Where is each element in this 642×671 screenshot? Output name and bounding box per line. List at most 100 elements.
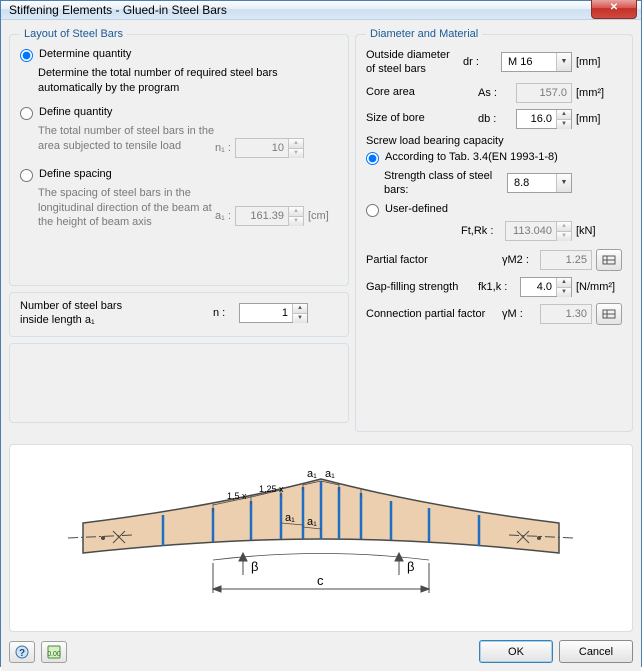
empty-group xyxy=(9,343,349,423)
radio-determine-quantity[interactable] xyxy=(20,49,33,62)
layout-legend: Layout of Steel Bars xyxy=(20,28,127,40)
spin-up-icon[interactable]: ▲ xyxy=(557,278,571,288)
ftrk-spinner: ▲▼ xyxy=(505,221,572,241)
svg-text:a₁: a₁ xyxy=(285,512,295,524)
radio-according-tab-label: According to Tab. 3.4(EN 1993-1-8) xyxy=(385,151,558,163)
svg-text:β: β xyxy=(251,559,258,574)
num-bars-label: Number of steel bars inside length a₁ xyxy=(20,299,213,328)
ftrk-symbol: Ft,Rk : xyxy=(461,225,501,237)
conn-settings-button[interactable] xyxy=(596,303,622,325)
spin-down-icon[interactable]: ▼ xyxy=(557,288,571,297)
svg-text:β: β xyxy=(407,559,414,574)
calculator-icon: 0.00 xyxy=(47,645,61,659)
radio-determine-quantity-label: Determine quantity xyxy=(39,48,131,60)
a1-unit: [cm] xyxy=(308,210,338,222)
od-value: M 16 xyxy=(502,56,556,68)
spin-up-icon[interactable]: ▲ xyxy=(293,304,307,314)
partial-symbol: γM2 : xyxy=(502,254,536,266)
gap-unit: [N/mm²] xyxy=(576,281,622,293)
svg-text:a₁: a₁ xyxy=(325,468,335,480)
spin-up-icon[interactable]: ▲ xyxy=(557,110,571,120)
diagram-panel: 1,5 x 1,25 x a₁ a₁ a₁ a₁ xyxy=(9,444,633,632)
a1-spinner: ▲▼ xyxy=(235,206,304,226)
gap-symbol: fk1,k : xyxy=(478,281,516,293)
diam-legend: Diameter and Material xyxy=(366,28,482,40)
help-button[interactable]: ? xyxy=(9,641,35,663)
close-button[interactable]: ✕ xyxy=(591,0,637,19)
partial-value xyxy=(541,251,591,269)
radio-define-quantity[interactable] xyxy=(20,107,33,120)
cancel-button[interactable]: Cancel xyxy=(559,640,633,663)
library-icon xyxy=(602,254,616,266)
chevron-down-icon[interactable]: ▼ xyxy=(556,53,571,71)
spin-down-icon: ▼ xyxy=(289,149,303,158)
gap-spinner[interactable]: ▲▼ xyxy=(520,277,572,297)
num-bars-group: Number of steel bars inside length a₁ n … xyxy=(9,292,349,337)
strength-class-value: 8.8 xyxy=(508,177,556,189)
conn-label: Connection partial factor xyxy=(366,307,498,321)
radio-define-spacing[interactable] xyxy=(20,169,33,182)
svg-text:0.00: 0.00 xyxy=(47,651,61,658)
radio-define-spacing-label: Define spacing xyxy=(39,168,112,180)
bore-label: Size of bore xyxy=(366,111,474,125)
bore-unit: [mm] xyxy=(576,113,622,125)
radio-user-defined[interactable] xyxy=(366,204,379,217)
beam-diagram: 1,5 x 1,25 x a₁ a₁ a₁ a₁ xyxy=(10,445,632,631)
chevron-down-icon[interactable]: ▼ xyxy=(556,174,571,192)
radio-according-tab[interactable] xyxy=(366,152,379,165)
spin-up-icon: ▲ xyxy=(289,207,303,217)
svg-text:c: c xyxy=(317,573,324,588)
svg-text:a₁: a₁ xyxy=(307,468,317,480)
n-spinner[interactable]: ▲▼ xyxy=(239,303,308,323)
partial-settings-button[interactable] xyxy=(596,249,622,271)
titlebar: Stiffening Elements - Glued-in Steel Bar… xyxy=(1,1,641,20)
screw-head: Screw load bearing capacity xyxy=(366,135,622,147)
help-icon: ? xyxy=(15,645,29,659)
od-unit: [mm] xyxy=(576,56,622,68)
core-label: Core area xyxy=(366,85,474,99)
radio-user-defined-label: User-defined xyxy=(385,203,448,215)
n1-spinner: ▲▼ xyxy=(235,138,304,158)
determine-quantity-desc: Determine the total number of required s… xyxy=(38,66,338,96)
conn-display xyxy=(540,304,592,324)
od-combo[interactable]: M 16 ▼ xyxy=(501,52,572,72)
ftrk-input xyxy=(506,222,556,240)
partial-display xyxy=(540,250,592,270)
a1-input xyxy=(236,207,288,225)
od-symbol: dr : xyxy=(463,56,497,68)
layout-group: Layout of Steel Bars Determine quantity … xyxy=(9,28,349,286)
window-title: Stiffening Elements - Glued-in Steel Bar… xyxy=(9,3,591,17)
define-spacing-desc: The spacing of steel bars in the longitu… xyxy=(38,186,215,231)
conn-value xyxy=(541,305,591,323)
spin-down-icon[interactable]: ▼ xyxy=(557,120,571,129)
strength-class-label: Strength class of steel bars: xyxy=(384,169,503,198)
spin-down-icon: ▼ xyxy=(557,232,571,241)
strength-class-combo[interactable]: 8.8 ▼ xyxy=(507,173,572,193)
n1-symbol: n₁ : xyxy=(215,142,231,154)
spin-down-icon: ▼ xyxy=(289,217,303,226)
ok-button[interactable]: OK xyxy=(479,640,553,663)
gap-input[interactable] xyxy=(521,278,556,296)
partial-label: Partial factor xyxy=(366,253,498,267)
footer: ? 0.00 OK Cancel xyxy=(9,638,633,663)
core-symbol: As : xyxy=(478,87,512,99)
svg-text:1,25 x: 1,25 x xyxy=(259,484,284,494)
svg-text:?: ? xyxy=(19,648,25,659)
radio-define-quantity-label: Define quantity xyxy=(39,106,112,118)
conn-symbol: γM : xyxy=(502,308,536,320)
core-unit: [mm²] xyxy=(576,87,622,99)
svg-text:1,5 x: 1,5 x xyxy=(227,491,247,501)
content-area: Layout of Steel Bars Determine quantity … xyxy=(1,20,641,671)
spin-down-icon[interactable]: ▼ xyxy=(293,314,307,323)
bore-spinner[interactable]: ▲▼ xyxy=(516,109,572,129)
core-display xyxy=(516,83,572,103)
svg-text:a₁: a₁ xyxy=(307,516,317,528)
spin-up-icon: ▲ xyxy=(557,222,571,232)
define-quantity-desc: The total number of steel bars in the ar… xyxy=(38,124,215,154)
dialog-window: Stiffening Elements - Glued-in Steel Bar… xyxy=(0,0,642,667)
n-symbol: n : xyxy=(213,307,239,319)
units-button[interactable]: 0.00 xyxy=(41,641,67,663)
bore-input[interactable] xyxy=(517,110,556,128)
n-input[interactable] xyxy=(240,304,292,322)
spin-up-icon: ▲ xyxy=(289,139,303,149)
